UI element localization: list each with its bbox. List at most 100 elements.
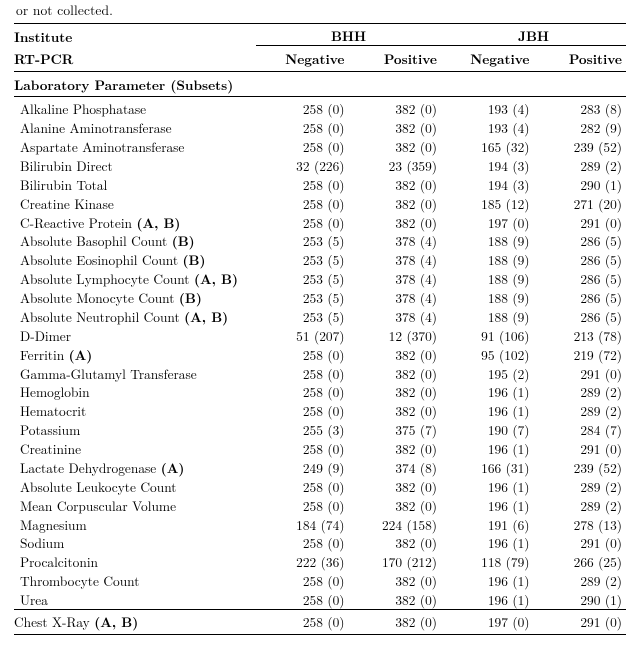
row-value: 224 (158) [349, 515, 442, 534]
row-value: 255 (3) [256, 421, 349, 440]
row-value: 258 (0) [256, 213, 349, 232]
row-label: Hemoglobin [14, 383, 256, 402]
row-value: 289 (2) [534, 156, 627, 175]
row-value: 382 (0) [349, 194, 442, 213]
row-value: 289 (2) [534, 383, 627, 402]
row-value: 196 (1) [441, 534, 534, 553]
row-value: 196 (1) [441, 477, 534, 496]
row-value: 382 (0) [349, 97, 442, 119]
table-row: Bilirubin Direct32 (226)23 (359)194 (3)2… [14, 156, 626, 175]
row-value: 253 (5) [256, 232, 349, 251]
row-value: 378 (4) [349, 270, 442, 289]
row-value: 291 (0) [534, 364, 627, 383]
table-row: Thrombocyte Count258 (0)382 (0)196 (1)28… [14, 572, 626, 591]
table-row: Hemoglobin258 (0)382 (0)196 (1)289 (2) [14, 383, 626, 402]
row-value: 253 (5) [256, 288, 349, 307]
col-bhh-negative: Negative [256, 49, 349, 71]
row-value: 91 (106) [441, 326, 534, 345]
row-value: 195 (2) [441, 364, 534, 383]
row-value: 271 (20) [534, 194, 627, 213]
table-row: Absolute Basophil Count (B)253 (5)378 (4… [14, 232, 626, 251]
row-value: 290 (1) [534, 175, 627, 194]
col-jbh-negative: Negative [441, 49, 534, 71]
row-label: Urea [14, 590, 256, 609]
footer-v2: 382 (0) [349, 610, 442, 635]
header-row-rtpcr: RT-PCR Negative Positive Negative Positi… [14, 49, 626, 71]
row-value: 258 (0) [256, 119, 349, 138]
row-label: Alkaline Phosphatase [14, 97, 256, 119]
row-value: 258 (0) [256, 402, 349, 421]
row-label: Hematocrit [14, 402, 256, 421]
col-jbh-positive: Positive [534, 49, 627, 71]
row-value: 378 (4) [349, 288, 442, 307]
row-value: 188 (9) [441, 307, 534, 326]
row-label: Gamma-Glutamyl Transferase [14, 364, 256, 383]
row-value: 193 (4) [441, 97, 534, 119]
row-value: 382 (0) [349, 364, 442, 383]
row-label: Aspartate Aminotransferase [14, 137, 256, 156]
row-label: Creatinine [14, 439, 256, 458]
footer-row: Chest X-Ray (A, B) 258 (0) 382 (0) 197 (… [14, 610, 626, 635]
row-label: Bilirubin Direct [14, 156, 256, 175]
row-label: Bilirubin Total [14, 175, 256, 194]
row-value: 258 (0) [256, 534, 349, 553]
row-value: 382 (0) [349, 137, 442, 156]
row-value: 170 (212) [349, 553, 442, 572]
row-value: 382 (0) [349, 175, 442, 194]
table-row: Alkaline Phosphatase258 (0)382 (0)193 (4… [14, 97, 626, 119]
row-label: Potassium [14, 421, 256, 440]
row-value: 289 (2) [534, 402, 627, 421]
row-label: Absolute Monocyte Count (B) [14, 288, 256, 307]
row-value: 289 (2) [534, 496, 627, 515]
row-value: 196 (1) [441, 590, 534, 609]
row-value: 382 (0) [349, 345, 442, 364]
row-value: 382 (0) [349, 534, 442, 553]
row-value: 166 (31) [441, 458, 534, 477]
row-value: 291 (0) [534, 534, 627, 553]
table-row: Procalcitonin222 (36)170 (212)118 (79)26… [14, 553, 626, 572]
row-value: 165 (32) [441, 137, 534, 156]
row-label: Mean Corpuscular Volume [14, 496, 256, 515]
header-institute-label: Institute [14, 24, 256, 46]
table-row: Potassium255 (3)375 (7)190 (7)284 (7) [14, 421, 626, 440]
header-row-institute: Institute BHH JBH [14, 24, 626, 46]
row-value: 194 (3) [441, 175, 534, 194]
row-value: 253 (5) [256, 270, 349, 289]
table-row: Gamma-Glutamyl Transferase258 (0)382 (0)… [14, 364, 626, 383]
row-label: D-Dimer [14, 326, 256, 345]
row-value: 32 (226) [256, 156, 349, 175]
row-value: 95 (102) [441, 345, 534, 364]
row-value: 222 (36) [256, 553, 349, 572]
row-value: 239 (52) [534, 458, 627, 477]
table-row: D-Dimer51 (207)12 (370)91 (106)213 (78) [14, 326, 626, 345]
row-value: 213 (78) [534, 326, 627, 345]
row-value: 278 (13) [534, 515, 627, 534]
row-value: 290 (1) [534, 590, 627, 609]
row-label: Sodium [14, 534, 256, 553]
table-row: Absolute Monocyte Count (B)253 (5)378 (4… [14, 288, 626, 307]
row-value: 382 (0) [349, 402, 442, 421]
row-value: 283 (8) [534, 97, 627, 119]
row-value: 382 (0) [349, 590, 442, 609]
row-value: 196 (1) [441, 402, 534, 421]
row-value: 196 (1) [441, 496, 534, 515]
lab-parameter-table: Institute BHH JBH RT-PCR Negative Positi… [14, 23, 626, 635]
footer-v3: 197 (0) [441, 610, 534, 635]
table-row: Magnesium184 (74)224 (158)191 (6)278 (13… [14, 515, 626, 534]
row-value: 196 (1) [441, 383, 534, 402]
table-row: Absolute Lymphocyte Count (A, B)253 (5)3… [14, 270, 626, 289]
header-group-bhh: BHH [256, 24, 441, 46]
col-bhh-positive: Positive [349, 49, 442, 71]
footer-label: Chest X-Ray (A, B) [14, 610, 256, 635]
row-label: Absolute Leukocyte Count [14, 477, 256, 496]
row-value: 258 (0) [256, 97, 349, 119]
row-value: 284 (7) [534, 421, 627, 440]
row-label: Procalcitonin [14, 553, 256, 572]
row-value: 188 (9) [441, 251, 534, 270]
row-value: 286 (5) [534, 232, 627, 251]
row-value: 188 (9) [441, 270, 534, 289]
row-label: Ferritin (A) [14, 345, 256, 364]
row-value: 378 (4) [349, 251, 442, 270]
row-value: 375 (7) [349, 421, 442, 440]
row-value: 382 (0) [349, 572, 442, 591]
